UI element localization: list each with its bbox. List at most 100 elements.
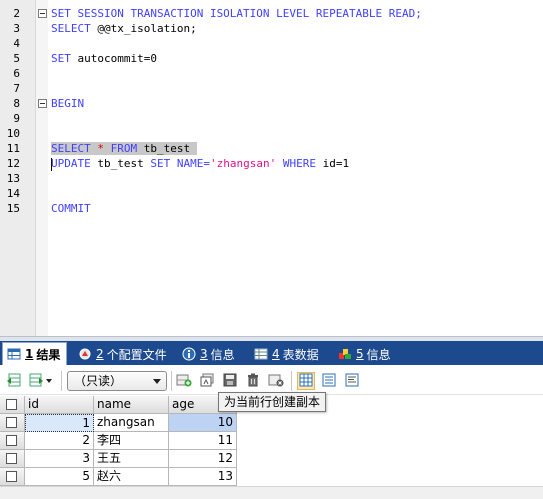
cell-name[interactable]: 赵六 (94, 468, 169, 486)
text-view-button[interactable] (343, 372, 361, 390)
fold-margin (36, 0, 48, 336)
cancel-changes-button[interactable] (267, 372, 285, 390)
result-tabs: 1 结果 2 个配置文件 3 信息 4 表数据 5 信息 (0, 341, 543, 365)
column-header-name[interactable]: name (94, 396, 169, 414)
info-colored-icon (338, 347, 352, 361)
profile-icon (78, 347, 92, 361)
line-number: 12 (6, 157, 20, 170)
cell-id[interactable]: 1 (25, 414, 94, 432)
tab-results[interactable]: 1 结果 (2, 342, 68, 365)
code-token: 'zhangsan' (209, 157, 277, 170)
cell-id[interactable]: 3 (25, 450, 94, 468)
tab-label: 个配置文件 (106, 347, 167, 362)
column-header-id[interactable]: id (25, 396, 94, 414)
row-selector (0, 450, 25, 468)
cell-age[interactable]: 12 (169, 450, 237, 468)
line-number: 7 (13, 82, 20, 95)
line-number: 11 (6, 142, 20, 155)
line-number: 3 (13, 22, 20, 35)
tab-info-2[interactable]: 5 信息 (334, 343, 397, 365)
import-dropdown-button[interactable] (28, 372, 54, 390)
cell-name[interactable]: zhangsan (94, 414, 169, 432)
code-token: COMMIT (51, 202, 91, 215)
duplicate-row-icon (199, 372, 215, 391)
sql-editor[interactable]: 2 3 4 5 6 7 8 9 10 11 12 13 14 15 SET SESSION TRANSAC… (0, 0, 543, 336)
code-line[interactable]: SET autocommit=0 (51, 51, 157, 66)
code-line[interactable]: SELECT * FROM tb_test (51, 141, 197, 156)
toolbar-divider (171, 371, 172, 391)
text-view-icon (345, 373, 359, 390)
line-number: 13 (6, 172, 20, 185)
form-view-icon (322, 373, 336, 390)
export-button[interactable] (5, 372, 23, 390)
code-line[interactable]: COMMIT (51, 201, 91, 216)
grid-mode-select[interactable]: （只读） (67, 371, 167, 391)
code-line[interactable]: UPDATE tb_test SET NAME='zhangsan' WHERE… (51, 156, 349, 171)
import-icon (28, 372, 44, 391)
fold-collapse-icon[interactable] (38, 9, 47, 18)
tab-table-data[interactable]: 4 表数据 (250, 343, 325, 365)
duplicate-row-button[interactable] (198, 372, 216, 390)
form-view-button[interactable] (320, 372, 338, 390)
tab-number: 3 (200, 347, 208, 361)
export-icon (6, 372, 22, 391)
tab-profiles[interactable]: 2 个配置文件 (74, 343, 173, 365)
code-line[interactable]: SELECT @@tx_isolation; (51, 21, 197, 36)
save-button[interactable] (221, 372, 239, 390)
code-token: NAME= (176, 157, 210, 170)
fold-collapse-icon[interactable] (38, 99, 47, 108)
info-icon (182, 347, 196, 361)
chevron-down-icon (153, 379, 161, 384)
code-token: id=1 (322, 157, 350, 170)
save-icon (222, 372, 238, 391)
code-line[interactable]: BEGIN (51, 96, 84, 111)
cell-age[interactable]: 11 (169, 432, 237, 450)
line-number: 6 (13, 67, 20, 80)
cell-age[interactable]: 10 (169, 414, 237, 432)
code-token: SET SESSION TRANSACTION ISOLATION LEVEL … (51, 7, 422, 20)
cell-age[interactable]: 13 (169, 468, 237, 486)
delete-row-button[interactable] (244, 372, 262, 390)
code-token: SELECT (51, 142, 98, 155)
tab-label: 信息 (210, 347, 235, 362)
code-token: SELECT (51, 22, 98, 35)
cell-id[interactable]: 2 (25, 432, 94, 450)
tab-number: 5 (356, 347, 364, 361)
grid-view-icon (299, 373, 313, 390)
cell-name[interactable]: 李四 (94, 432, 169, 450)
line-number: 15 (6, 202, 20, 215)
insert-row-icon (176, 372, 192, 391)
row-checkbox[interactable] (6, 399, 17, 410)
grid-view-button[interactable] (297, 372, 315, 390)
duplicate-row-tooltip: 为当前行创建副本 (218, 392, 327, 412)
line-number-gutter: 2 3 4 5 6 7 8 9 10 11 12 13 14 15 (0, 0, 36, 336)
toolbar-divider (291, 371, 292, 391)
code-line[interactable]: SET SESSION TRANSACTION ISOLATION LEVEL … (51, 6, 422, 21)
tab-info[interactable]: 3 信息 (178, 343, 241, 365)
row-selector (0, 414, 25, 432)
select-all-cell (0, 396, 25, 414)
line-number: 10 (6, 127, 20, 140)
selected-text: SELECT * FROM tb_test (51, 142, 197, 155)
cell-name[interactable]: 王五 (94, 450, 169, 468)
chevron-down-icon (46, 379, 52, 383)
line-number: 5 (13, 52, 20, 65)
line-number: 4 (13, 37, 20, 50)
row-checkbox[interactable] (6, 471, 17, 482)
horizontal-scrollbar[interactable] (0, 486, 543, 499)
code-token: SET (51, 52, 78, 65)
result-table-icon (7, 347, 21, 361)
tab-number: 2 (96, 347, 104, 361)
row-checkbox[interactable] (6, 435, 17, 446)
insert-row-button[interactable] (175, 372, 193, 390)
code-token: autocommit=0 (77, 52, 157, 65)
tab-number: 1 (25, 347, 34, 361)
line-number: 9 (13, 112, 20, 125)
row-checkbox[interactable] (6, 453, 17, 464)
line-number: 2 (13, 7, 20, 20)
cell-id[interactable]: 5 (25, 468, 94, 486)
code-token: * (97, 142, 111, 155)
row-checkbox[interactable] (6, 417, 17, 428)
result-toolbar: （只读） (0, 365, 543, 395)
